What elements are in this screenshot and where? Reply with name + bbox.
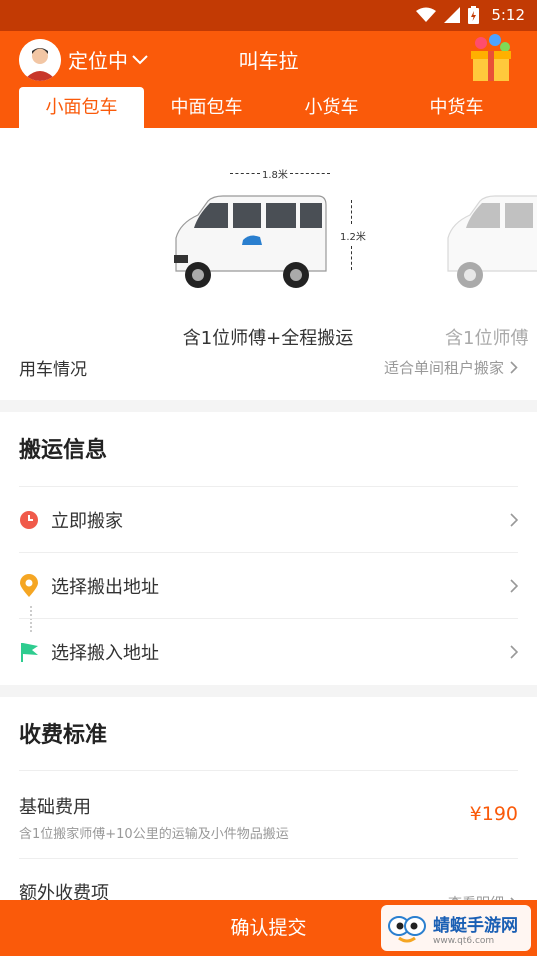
flag-icon xyxy=(21,642,38,662)
watermark-url: www.qt6.com xyxy=(433,935,495,946)
usage-value: 适合单间租户搬家 xyxy=(384,357,518,378)
van-image xyxy=(447,195,537,288)
width-dimension-line xyxy=(290,173,330,174)
usage-label: 用车情况 xyxy=(19,359,87,380)
usage-row[interactable]: 用车情况 适合单间租户搬家 xyxy=(19,340,518,394)
move-to-row[interactable]: 选择搬入地址 xyxy=(19,618,518,684)
location-pin-icon xyxy=(20,573,38,597)
tab-small-van[interactable]: 小面包车 xyxy=(19,87,144,128)
chevron-right-icon xyxy=(510,360,518,374)
signal-icon xyxy=(444,7,461,23)
vehicle-card[interactable]: 1.8米 1.2米 含1位师傅+全程搬运 xyxy=(138,158,398,350)
width-dimension-line xyxy=(230,173,260,174)
gift-icon[interactable] xyxy=(467,33,515,83)
chevron-right-icon xyxy=(510,644,518,659)
status-time: 5:12 xyxy=(491,6,525,24)
fees-title: 收费标准 xyxy=(19,723,108,748)
status-bar: 5:12 xyxy=(0,0,537,31)
move-time-label: 立即搬家 xyxy=(51,510,123,532)
base-fee-title: 基础费用 xyxy=(19,797,91,818)
tab-medium-truck[interactable]: 中货车 xyxy=(394,87,519,128)
dragonfly-logo-icon xyxy=(388,916,426,943)
tab-small-truck[interactable]: 小货车 xyxy=(269,87,394,128)
tab-medium-van[interactable]: 中面包车 xyxy=(144,87,269,128)
base-fee-row: 基础费用 含1位搬家师傅+10公里的运输及小件物品搬运 ¥190 xyxy=(19,770,518,858)
move-info-title: 搬运信息 xyxy=(19,438,108,463)
move-from-label: 选择搬出地址 xyxy=(51,576,159,598)
move-from-row[interactable]: 选择搬出地址 xyxy=(19,552,518,618)
section-divider xyxy=(0,685,537,697)
base-fee-price: ¥190 xyxy=(469,803,518,825)
base-fee-desc: 含1位搬家师傅+10公里的运输及小件物品搬运 xyxy=(19,827,289,842)
watermark: 蜻蜓手游网 www.qt6.com xyxy=(381,905,531,951)
height-dimension-label: 1.2米 xyxy=(340,232,366,243)
usage-value-text: 适合单间租户搬家 xyxy=(383,358,504,377)
width-dimension-label: 1.8米 xyxy=(262,170,288,181)
wifi-icon xyxy=(416,7,437,22)
vehicle-card-next[interactable]: 含1位师傅 xyxy=(436,158,537,350)
chevron-right-icon xyxy=(510,512,518,527)
app-header: 定位中 叫车拉 小面包车 中面包车 小货车 中货车 xyxy=(0,31,537,128)
vehicle-tabs: 小面包车 中面包车 小货车 中货车 xyxy=(19,87,537,128)
battery-icon xyxy=(468,6,480,24)
move-to-label: 选择搬入地址 xyxy=(51,642,159,664)
height-dimension-line xyxy=(351,246,352,270)
move-time-row[interactable]: 立即搬家 xyxy=(19,486,518,552)
section-divider xyxy=(0,400,537,412)
page-title: 叫车拉 xyxy=(238,49,299,73)
height-dimension-line xyxy=(351,200,352,224)
clock-icon xyxy=(20,510,38,529)
van-image xyxy=(174,195,327,288)
chevron-right-icon xyxy=(510,578,518,593)
watermark-name: 蜻蜓手游网 xyxy=(433,915,518,936)
